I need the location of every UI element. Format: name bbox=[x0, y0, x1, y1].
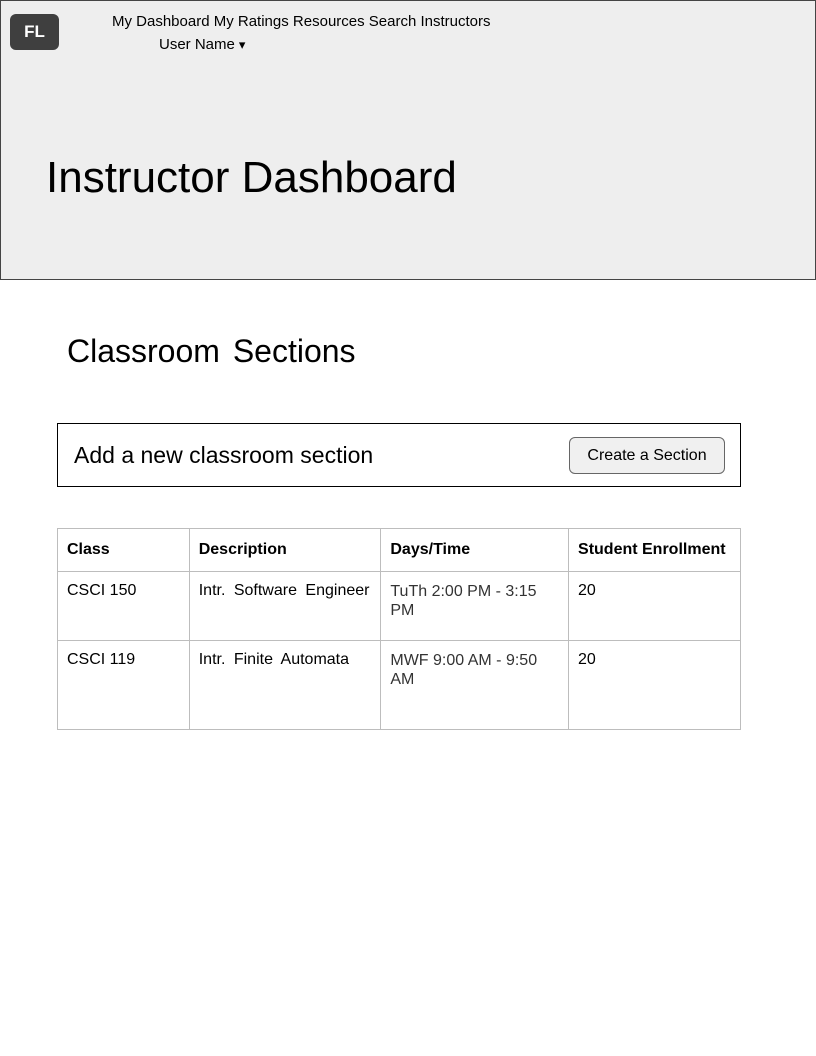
nav-my-dashboard[interactable]: My Dashboard bbox=[112, 13, 210, 30]
column-header-description: Description bbox=[188, 528, 382, 572]
column-header-days-time: Days/Time bbox=[380, 528, 570, 572]
cell-description: Intr. Software Engineer bbox=[188, 571, 382, 641]
user-name: User Name bbox=[159, 36, 235, 53]
section-title: Classroom Sections bbox=[67, 333, 356, 369]
nav-resources[interactable]: Resources bbox=[293, 13, 365, 30]
cell-class: CSCI 150 bbox=[57, 571, 190, 641]
add-section-panel: Add a new classroom section Create a Sec… bbox=[57, 423, 741, 487]
top-nav-bar: FL My Dashboard My Ratings Resources Sea… bbox=[0, 0, 816, 63]
nav-my-ratings[interactable]: My Ratings bbox=[214, 13, 289, 30]
add-section-label: Add a new classroom section bbox=[74, 442, 374, 468]
table-row[interactable]: CSCI 119 Intr. Finite Automata MWF 9:00 … bbox=[57, 640, 741, 730]
fl-logo[interactable]: FL bbox=[10, 14, 59, 50]
table-header-row: Class Description Days/Time Student Enro… bbox=[57, 528, 741, 572]
cell-class: CSCI 119 bbox=[57, 640, 190, 730]
column-header-class: Class bbox=[57, 528, 190, 572]
cell-days-time: TuTh 2:00 PM - 3:15 PM bbox=[380, 571, 570, 641]
table-row[interactable]: CSCI 150 Intr. Software Engineer TuTh 2:… bbox=[57, 571, 741, 641]
create-section-button[interactable]: Create a Section bbox=[569, 437, 725, 474]
sections-table: Class Description Days/Time Student Enro… bbox=[57, 528, 741, 730]
nav-search-instructors[interactable]: Search Instructors bbox=[369, 13, 491, 30]
user-menu[interactable]: User Name ▾ bbox=[159, 35, 245, 56]
cell-description: Intr. Finite Automata bbox=[188, 640, 382, 730]
main-nav: My Dashboard My Ratings Resources Search… bbox=[112, 12, 491, 32]
cell-enrollment: 20 bbox=[568, 640, 741, 730]
column-header-student-enrollment: Student Enrollment bbox=[568, 528, 741, 572]
cell-enrollment: 20 bbox=[568, 571, 741, 641]
cell-days-time: MWF 9:00 AM - 9:50 AM bbox=[380, 640, 570, 730]
page-title: Instructor Dashboard bbox=[46, 153, 457, 202]
caret-down-icon: ▾ bbox=[238, 38, 246, 53]
